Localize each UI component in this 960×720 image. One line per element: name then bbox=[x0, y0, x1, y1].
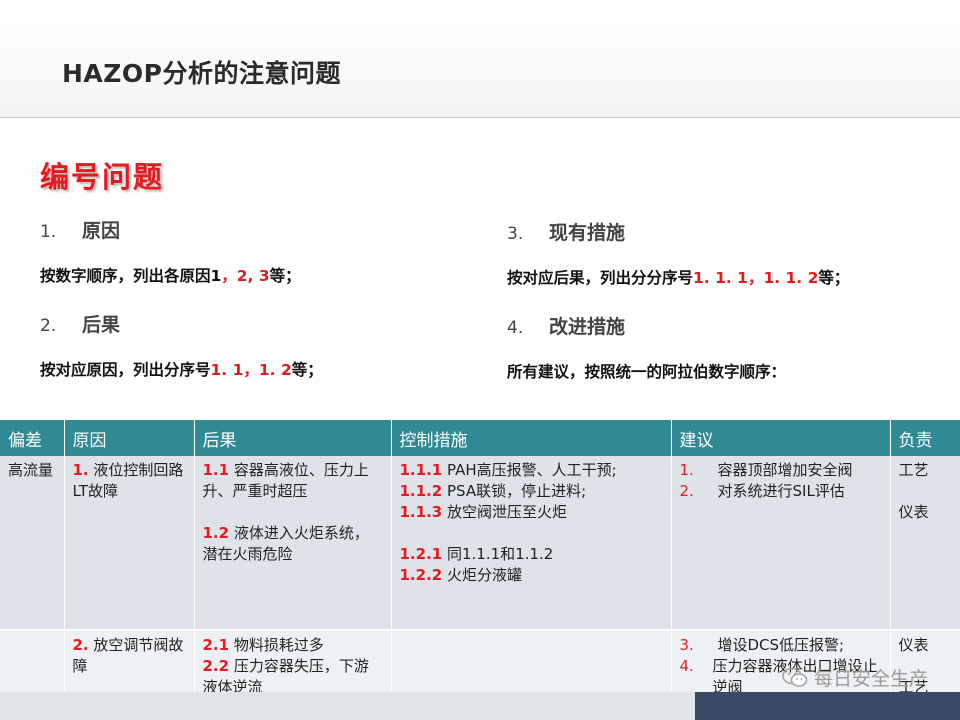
recommendation-number: 3. bbox=[679, 636, 694, 654]
responsible-item: 工艺 bbox=[898, 461, 929, 479]
item-2-desc-red: 1. 1，1. 2 bbox=[210, 361, 292, 379]
item-1-desc-suffix: 等； bbox=[269, 267, 301, 285]
control-item: 1.1.1 PAH高压报警、人工干预; bbox=[400, 460, 663, 481]
item-1-desc-text: 按数字顺序，列出各原因1 bbox=[40, 267, 222, 285]
item-4-number: 4. bbox=[507, 318, 524, 338]
table-row: 高流量 1. 液位控制回路LT故障 1.1 容器高液位、压力上升、严重时超压 1… bbox=[0, 456, 960, 631]
control-item: 1.1.3 放空阀泄压至火炬 bbox=[400, 502, 663, 523]
control-text: PSA联锁，停止进料; bbox=[447, 482, 587, 500]
item-2-desc-text: 按对应原因，列出分序号 bbox=[40, 361, 211, 379]
section-heading: 编号问题 bbox=[40, 160, 165, 194]
responsible-item: 仪表 bbox=[898, 503, 929, 521]
recommendation-text: 增设DCS低压报警; bbox=[717, 636, 845, 654]
item-4-title: 4. 改进措施 bbox=[507, 312, 625, 339]
cause-text: 放空调节阀故障 bbox=[72, 636, 184, 675]
recommendation-number: 2. bbox=[679, 482, 694, 500]
header-controls: 控制措施 bbox=[391, 420, 672, 456]
table-header-row: 偏差 原因 后果 控制措施 建议 负责 bbox=[0, 420, 960, 456]
control-item: 1.2.2 火炬分液罐 bbox=[400, 565, 663, 586]
item-3-description: 按对应后果，列出分分序号1. 1. 1，1. 1. 2等； bbox=[507, 266, 849, 288]
cause-code: 2. bbox=[72, 636, 89, 654]
control-code: 1.1.1 bbox=[399, 461, 443, 479]
item-1-description: 按数字顺序，列出各原因1，2, 3等； bbox=[40, 264, 301, 286]
item-3-desc-text: 按对应后果，列出分分序号 bbox=[507, 269, 694, 287]
item-1-number: 1. bbox=[40, 222, 57, 242]
consequence-item: 1.1 容器高液位、压力上升、严重时超压 bbox=[203, 460, 383, 502]
header-deviation: 偏差 bbox=[0, 420, 65, 456]
watermark-text: 每日安全生产 bbox=[813, 668, 928, 690]
cause-text: 液位控制回路LT故障 bbox=[72, 461, 184, 500]
recommendation-item: 2. 对系统进行SIL评估 bbox=[680, 481, 882, 502]
item-2-description: 按对应原因，列出分序号1. 1，1. 2等； bbox=[40, 358, 323, 380]
consequence-code: 2.1 bbox=[202, 636, 230, 654]
cell-responsible: 工艺 仪表 bbox=[890, 456, 960, 631]
item-2-title: 2. 后果 bbox=[40, 310, 120, 337]
recommendation-text: 容器顶部增加安全阀 bbox=[717, 461, 853, 479]
item-2-number: 2. bbox=[40, 316, 57, 336]
consequence-code: 2.2 bbox=[202, 657, 230, 675]
item-2-label: 后果 bbox=[82, 314, 121, 336]
title-bar: HAZOP分析的注意问题 bbox=[0, 0, 960, 118]
wechat-icon bbox=[782, 667, 808, 687]
consequence-item: 1.2 液体进入火炬系统，潜在火雨危险 bbox=[203, 523, 383, 565]
item-4-label: 改进措施 bbox=[549, 316, 626, 338]
footer-accent bbox=[695, 692, 960, 720]
recommendation-item: 1. 容器顶部增加安全阀 bbox=[680, 460, 882, 481]
responsible-item: 仪表 bbox=[898, 636, 929, 654]
header-cause: 原因 bbox=[64, 420, 195, 456]
recommendation-text: 对系统进行SIL评估 bbox=[717, 482, 845, 500]
consequence-item: 2.1 物料损耗过多 bbox=[203, 635, 383, 656]
control-text: 火炬分液罐 bbox=[447, 566, 523, 584]
item-2-desc-suffix: 等； bbox=[291, 361, 323, 379]
slide-title: HAZOP分析的注意问题 bbox=[62, 59, 341, 88]
control-code: 1.1.3 bbox=[399, 503, 443, 521]
control-text: 同1.1.1和1.1.2 bbox=[447, 545, 554, 563]
cell-controls: 1.1.1 PAH高压报警、人工干预; 1.1.2 PSA联锁，停止进料; 1.… bbox=[391, 456, 672, 631]
cause-code: 1. bbox=[72, 461, 89, 479]
header-recommendations: 建议 bbox=[671, 420, 891, 456]
cell-recommendations: 1. 容器顶部增加安全阀 2. 对系统进行SIL评估 bbox=[671, 456, 891, 631]
header-responsible: 负责 bbox=[890, 420, 960, 456]
item-3-desc-suffix: 等； bbox=[818, 269, 850, 287]
consequence-code: 1.2 bbox=[202, 524, 230, 542]
cell-consequence: 1.1 容器高液位、压力上升、严重时超压 1.2 液体进入火炬系统，潜在火雨危险 bbox=[194, 456, 392, 631]
cell-cause: 1. 液位控制回路LT故障 bbox=[64, 456, 195, 631]
item-4-description: 所有建议，按照统一的阿拉伯数字顺序： bbox=[507, 360, 786, 382]
recommendation-item: 3. 增设DCS低压报警; bbox=[680, 635, 882, 656]
item-4-desc-text: 所有建议，按照统一的阿拉伯数字顺序： bbox=[507, 363, 787, 381]
control-code: 1.2.1 bbox=[399, 545, 443, 563]
header-consequence: 后果 bbox=[194, 420, 392, 456]
consequence-code: 1.1 bbox=[202, 461, 230, 479]
item-3-desc-red: 1. 1. 1，1. 1. 2 bbox=[693, 269, 819, 287]
item-1-title: 1. 原因 bbox=[40, 216, 120, 243]
control-code: 1.1.2 bbox=[399, 482, 443, 500]
control-item: 1.2.1 同1.1.1和1.1.2 bbox=[400, 544, 663, 565]
item-3-label: 现有措施 bbox=[549, 222, 626, 244]
watermark: 每日安全生产 bbox=[782, 664, 928, 691]
control-text: PAH高压报警、人工干预; bbox=[447, 461, 617, 479]
control-code: 1.2.2 bbox=[399, 566, 443, 584]
recommendation-number: 1. bbox=[679, 461, 694, 479]
control-item: 1.1.2 PSA联锁，停止进料; bbox=[400, 481, 663, 502]
item-3-number: 3. bbox=[507, 224, 524, 244]
item-1-desc-red: ，2, 3 bbox=[221, 267, 270, 285]
control-text: 放空阀泄压至火炬 bbox=[447, 503, 568, 521]
item-1-label: 原因 bbox=[82, 220, 121, 242]
consequence-text: 物料损耗过多 bbox=[233, 636, 324, 654]
item-3-title: 3. 现有措施 bbox=[507, 218, 625, 245]
cell-deviation: 高流量 bbox=[0, 456, 65, 631]
